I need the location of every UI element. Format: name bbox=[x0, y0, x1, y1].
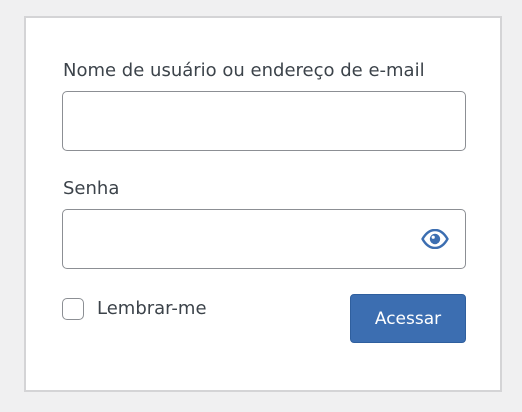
show-password-button[interactable] bbox=[419, 223, 451, 255]
password-input[interactable] bbox=[62, 209, 466, 269]
eye-icon bbox=[421, 229, 449, 249]
username-input[interactable] bbox=[62, 91, 466, 151]
remember-me-label: Lembrar-me bbox=[97, 298, 207, 319]
username-label: Nome de usuário ou endereço de e-mail bbox=[63, 60, 425, 81]
login-button[interactable]: Acessar bbox=[350, 294, 466, 343]
password-label: Senha bbox=[63, 178, 120, 199]
remember-me[interactable]: Lembrar-me bbox=[62, 298, 207, 320]
remember-me-checkbox[interactable] bbox=[62, 298, 84, 320]
login-form: Nome de usuário ou endereço de e-mail Se… bbox=[24, 16, 502, 392]
